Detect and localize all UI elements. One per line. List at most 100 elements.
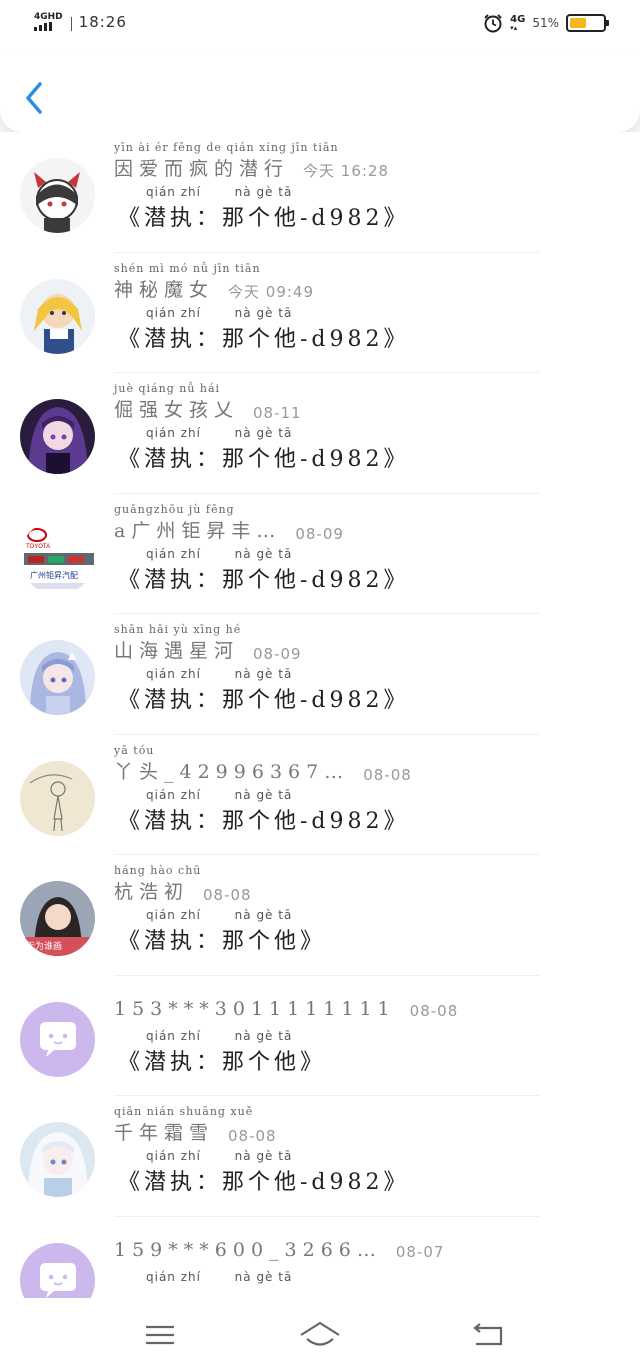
message-text: 《潜执：那个他-d982》 — [118, 326, 410, 352]
contact-name: juè qiáng nǚ hái 倔强女孩乂 — [114, 382, 239, 422]
mobile-data-indicator: 4G ▾▴ — [510, 13, 526, 32]
message-text: 《潜执：那个他-d982》 — [118, 808, 410, 834]
contact-name: yā tóu 丫头_42996367… — [114, 744, 349, 784]
message-pinyin: qián zhí nà gè tā — [146, 787, 293, 802]
list-item[interactable]: shān hǎi yù xīng hé 山海遇星河 08-09 qián zhí nà… — [0, 614, 640, 735]
contact-name: 159***600_3266… — [114, 1239, 382, 1261]
message-preview: qián zhí nà gè tā 《潜执：那个他-d982》 — [118, 306, 410, 353]
contact-name-pinyin: yā tóu — [114, 743, 155, 757]
contact-header: 153***3011111111 08-08 — [114, 998, 458, 1020]
message-pinyin: qián zhí nà gè tā — [146, 546, 293, 561]
message-date: 08-08 — [203, 886, 252, 904]
message-text: 《潜执：那个他-d982》 — [118, 206, 410, 231]
contact-header: shān hǎi yù xīng hé 山海遇星河 08-09 — [114, 623, 302, 663]
network-indicator: 4GHD — [34, 12, 63, 31]
contact-name: qiān nián shuāng xuě 千年霜雪 — [114, 1105, 252, 1145]
contact-name: háng hào chū 杭浩初 — [114, 864, 200, 904]
data-arrows-icon: ▾▴ — [510, 23, 518, 32]
list-item[interactable]: juè qiáng nǚ hái 倔强女孩乂 08-11 qián zhí nà gè… — [0, 373, 640, 494]
message-pinyin: qián zhí nà gè tā — [146, 1028, 293, 1043]
chevron-left-icon[interactable] — [20, 78, 50, 118]
menu-icon[interactable] — [140, 1318, 180, 1352]
blue-hair-girl-avatar[interactable] — [20, 640, 95, 715]
message-preview: qián zhí nà gè tā 《潜执：那个他-d982》 — [118, 185, 410, 232]
message-pinyin: qián zhí nà gè tā — [146, 908, 293, 922]
white-hair-girl-avatar[interactable] — [20, 1122, 95, 1197]
back-icon[interactable] — [468, 1318, 508, 1352]
svg-text:TOYOTA: TOYOTA — [26, 544, 50, 550]
contact-name-pinyin: juè qiáng nǚ hái — [114, 382, 221, 395]
battery-percent: 51% — [532, 16, 559, 30]
status-separator — [70, 17, 72, 31]
contact-name-text: 千年霜雪 — [114, 1122, 215, 1144]
network-label: 4GHD — [34, 12, 63, 22]
contact-name-pinyin: yīn ài ér fēng de qián xíng jīn tiān — [114, 141, 339, 154]
status-left: 4GHD 18:26 — [34, 12, 127, 31]
alarm-icon — [484, 14, 502, 33]
list-item[interactable]: 153***3011111111 08-08 qián zhí nà gè tā 《潜… — [0, 976, 640, 1097]
message-preview: qián zhí nà gè tā 《潜执：那个他-d982》 — [118, 1149, 410, 1196]
header — [0, 50, 640, 132]
message-text: 《潜执：那个他》 — [118, 1049, 327, 1075]
blonde-girl-avatar[interactable] — [20, 278, 95, 354]
contact-name-pinyin: qiān nián shuāng xuě — [114, 1105, 254, 1118]
message-pinyin: qián zhí nà gè tā — [146, 426, 293, 440]
message-preview: qián zhí nà gè tā 《潜执：那个他-d982》 — [118, 426, 410, 473]
message-date: 08-09 — [253, 645, 302, 663]
sketch-girl-avatar[interactable] — [20, 760, 95, 836]
message-pinyin: qián zhí nà gè tā — [146, 185, 293, 199]
contact-name-text: 159***600_3266… — [114, 1238, 382, 1261]
home-icon[interactable] — [298, 1318, 342, 1352]
contact-name-pinyin: guǎngzhōu jù fēng — [114, 502, 235, 516]
message-text: 《潜执：那个他》 — [118, 929, 327, 954]
list-item[interactable]: yā tóu 丫头_42996367… 08-08 qián zhí nà gè tā… — [0, 735, 640, 856]
contact-name: guǎngzhōu jù fēng a广州钜昇丰… — [114, 503, 282, 543]
list-item[interactable]: yīn ài ér fēng de qián xíng jīn tiān 因爱而疯… — [0, 132, 640, 253]
message-date: 今天 09:49 — [228, 282, 315, 301]
contact-header: yīn ài ér fēng de qián xíng jīn tiān 因爱而疯… — [114, 141, 389, 181]
default-chat-avatar[interactable] — [20, 1242, 95, 1298]
message-date: 08-08 — [363, 765, 412, 784]
purple-hair-girl-avatar[interactable] — [20, 399, 95, 474]
toyota-logo-avatar[interactable]: TOYOTA 广州钜昇汽配 — [20, 519, 95, 595]
devil-girl-avatar[interactable] — [20, 158, 95, 233]
message-pinyin: qián zhí nà gè tā — [146, 305, 293, 320]
message-date: 08-08 — [409, 1001, 459, 1020]
message-preview: qián zhí nà gè tā 《潜执：那个他-d982》 — [118, 667, 410, 714]
contact-name: 153***3011111111 — [114, 998, 396, 1020]
battery-icon — [566, 14, 609, 32]
contact-name: shén mì mó nǚ jīn tiān 神秘魔女 — [114, 262, 260, 302]
list-item[interactable]: TOYOTA 广州钜昇汽配 guǎngzhōu jù fēng a广州钜昇丰… 08-0… — [0, 494, 640, 615]
contact-name-text: 153***3011111111 — [114, 997, 396, 1020]
list-item[interactable]: 159***600_3266… 08-07 qián zhí nà gè tā — [0, 1217, 640, 1298]
contact-name-pinyin: háng hào chū — [114, 864, 202, 877]
contact-name-text: a广州钜昇丰… — [114, 519, 282, 542]
contact-name-text: 因爱而疯的潜行 — [114, 158, 290, 180]
mobile-data-label: 4G — [510, 13, 526, 25]
status-right: 4G ▾▴ 51% — [483, 13, 609, 33]
message-date: 08-08 — [228, 1127, 277, 1145]
contact-header: 159***600_3266… 08-07 — [114, 1239, 444, 1261]
contact-header: yā tóu 丫头_42996367… 08-08 — [114, 744, 412, 784]
contact-name: yīn ài ér fēng de qián xíng jīn tiān 因爱而疯… — [114, 141, 338, 181]
message-date: 08-09 — [295, 524, 344, 543]
list-item[interactable]: shén mì mó nǚ jīn tiān 神秘魔女 今天 09:49 qián z… — [0, 253, 640, 374]
conversation-list: yīn ài ér fēng de qián xíng jīn tiān 因爱而疯… — [0, 132, 640, 1298]
list-item[interactable]: qiān nián shuāng xuě 千年霜雪 08-08 qián zhí nà… — [0, 1096, 640, 1217]
signal-icon — [34, 22, 63, 31]
message-pinyin: qián zhí nà gè tā — [146, 1149, 293, 1163]
contact-header: juè qiáng nǚ hái 倔强女孩乂 08-11 — [114, 382, 302, 422]
navigation-bar — [0, 1298, 640, 1372]
contact-header: háng hào chū 杭浩初 08-08 — [114, 864, 252, 904]
message-text: 《潜执：那个他-d982》 — [118, 447, 410, 472]
contact-name-pinyin: shén mì mó nǚ jīn tiān — [114, 261, 261, 275]
message-pinyin: qián zhí nà gè tā — [146, 1269, 293, 1284]
contact-name-text: 山海遇星河 — [114, 640, 240, 662]
list-item[interactable]: 无为谁画 háng hào chū 杭浩初 08-08 qián zhí nà gè t… — [0, 855, 640, 976]
contact-name-pinyin: shān hǎi yù xīng hé — [114, 623, 242, 636]
contact-name-text: 神秘魔女 — [114, 278, 215, 301]
photo-girl-avatar[interactable]: 无为谁画 — [20, 881, 95, 956]
contact-header: qiān nián shuāng xuě 千年霜雪 08-08 — [114, 1105, 277, 1145]
status-bar: 4GHD 18:26 4G ▾▴ 51% — [0, 0, 640, 50]
default-chat-avatar[interactable] — [20, 1001, 95, 1077]
